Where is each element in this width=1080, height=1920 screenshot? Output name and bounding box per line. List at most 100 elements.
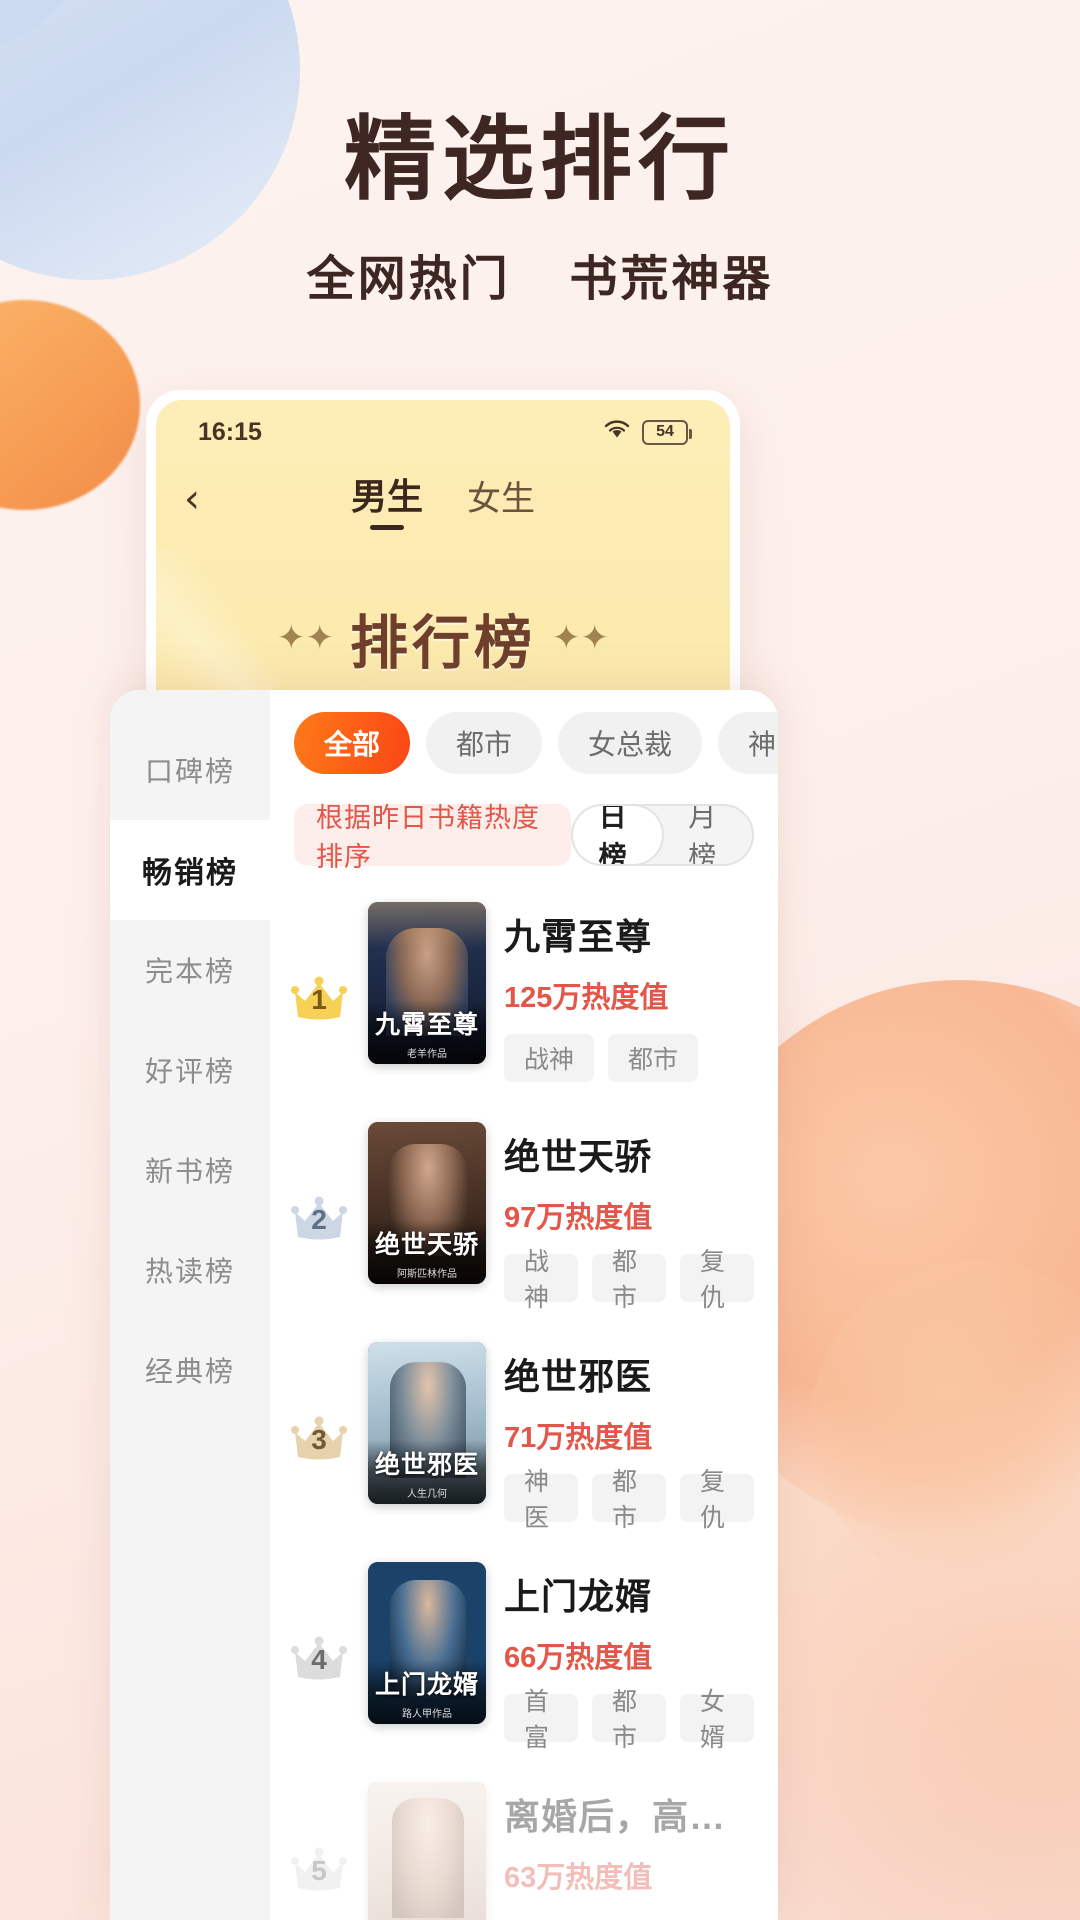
banner-title-row: ✦✦ 排行榜 ✦✦ — [277, 596, 609, 680]
book-meta: 绝世邪医 71万热度值 神医 都市 复仇 — [504, 1342, 754, 1532]
table-row[interactable]: 3 绝世邪医 人生几何 绝世邪医 71万热度值 神医 都市 复仇 — [288, 1320, 754, 1540]
cover-caption: 绝世天骄 阿斯匹林作品 — [368, 1220, 486, 1284]
laurel-icon-right: ✦✦ — [552, 619, 609, 657]
book-heat: 66万热度值 — [504, 1642, 653, 1674]
battery-level: 54 — [656, 423, 674, 440]
hero-section: 精选排行 全网热门 书荒神器 — [0, 112, 1080, 309]
book-cover[interactable]: 绝世邪医 人生几何 — [368, 1342, 486, 1504]
tag[interactable]: 复仇 — [680, 1468, 754, 1532]
rank-badge: 2 — [288, 1182, 350, 1242]
crown-icon: 5 — [291, 1847, 347, 1893]
book-heat: 63万热度值 — [504, 1862, 653, 1894]
book-meta: 绝世天骄 97万热度值 战神 都市 复仇 — [504, 1122, 754, 1312]
status-indicators: 54 — [602, 417, 692, 448]
hero-subtitle: 全网热门 书荒神器 — [0, 239, 1080, 309]
sidebar-item-changxiao[interactable]: 畅销榜 — [110, 820, 270, 920]
crown-icon: 2 — [291, 1196, 347, 1242]
book-heat: 97万热度值 — [504, 1202, 653, 1234]
rank-number: 4 — [311, 1644, 327, 1675]
cover-art — [368, 1782, 486, 1920]
cover-caption: 上门龙婿 路人甲作品 — [368, 1660, 486, 1724]
book-title[interactable]: 上门龙婿 — [504, 1568, 754, 1620]
book-meta: 上门龙婿 66万热度值 首富 都市 女婿 — [504, 1562, 754, 1752]
sidebar-item-jingdian[interactable]: 经典榜 — [110, 1320, 270, 1420]
tag[interactable]: 都市 — [592, 1248, 666, 1312]
cover-title: 上门龙婿 — [374, 1670, 479, 1699]
sort-note: 根据昨日书籍热度排序 — [294, 803, 571, 872]
book-meta: 九霄至尊 125万热度值 战神 都市 — [504, 902, 754, 1082]
tag[interactable]: 首富 — [504, 1688, 578, 1752]
tag[interactable]: 都市 — [608, 1034, 699, 1082]
rank-number: 3 — [311, 1424, 327, 1455]
book-cover[interactable]: 上门龙婿 路人甲作品 — [368, 1562, 486, 1724]
book-cover[interactable] — [368, 1782, 486, 1920]
book-tags: 神医 都市 复仇 — [504, 1468, 754, 1532]
tag[interactable]: 都市 — [592, 1468, 666, 1532]
rank-badge: 4 — [288, 1622, 350, 1682]
book-title[interactable]: 绝世天骄 — [504, 1128, 754, 1180]
sidebar-item-koubei[interactable]: 口碑榜 — [110, 720, 270, 820]
table-row[interactable]: 5 离婚后，高冷女总裁后悔了 63万热度值 — [288, 1760, 754, 1920]
cover-title: 九霄至尊 — [374, 1010, 479, 1039]
cover-caption: 九霄至尊 老羊作品 — [368, 1000, 486, 1064]
book-tags: 战神 都市 复仇 — [504, 1248, 754, 1312]
sidebar-item-wanben[interactable]: 完本榜 — [110, 920, 270, 1020]
decor-blob-blue-inner — [0, 0, 90, 50]
tag[interactable]: 复仇 — [680, 1248, 754, 1312]
tag[interactable]: 战神 — [504, 1248, 578, 1312]
category-filter-row[interactable]: 全部 都市 女总裁 神医 战 — [270, 712, 778, 774]
tag[interactable]: 战神 — [504, 1034, 595, 1082]
tab-male[interactable]: 男生 — [351, 468, 423, 530]
chip-all[interactable]: 全部 — [294, 712, 411, 774]
cover-author: 阿斯匹林作品 — [397, 1268, 457, 1280]
hero-subtitle-left: 全网热门 — [306, 252, 511, 306]
chip-shenyi[interactable]: 神医 — [718, 712, 778, 774]
book-tags: 战神 都市 — [504, 1034, 754, 1082]
segment-daily[interactable]: 日榜 — [572, 806, 663, 864]
hero-subtitle-right: 书荒神器 — [569, 252, 774, 306]
book-list: 1 九霄至尊 老羊作品 九霄至尊 125万热度值 战神 都市 2 绝世天骄 阿斯… — [270, 866, 778, 1920]
book-tags: 首富 都市 女婿 — [504, 1688, 754, 1752]
sort-row: 根据昨日书籍热度排序 日榜 月榜 — [270, 774, 778, 872]
cover-author: 老羊作品 — [407, 1048, 447, 1060]
tag[interactable]: 都市 — [592, 1688, 666, 1752]
rank-badge: 1 — [288, 962, 350, 1022]
wifi-icon — [602, 417, 632, 448]
segment-monthly[interactable]: 月榜 — [662, 806, 752, 864]
rank-badge: 5 — [288, 1833, 350, 1893]
table-row[interactable]: 1 九霄至尊 老羊作品 九霄至尊 125万热度值 战神 都市 — [288, 880, 754, 1100]
tag[interactable]: 神医 — [504, 1468, 578, 1532]
table-row[interactable]: 2 绝世天骄 阿斯匹林作品 绝世天骄 97万热度值 战神 都市 复仇 — [288, 1100, 754, 1320]
cover-author: 人生几何 — [407, 1488, 447, 1500]
crown-icon: 3 — [291, 1416, 347, 1462]
book-title[interactable]: 离婚后，高冷女总裁后悔了 — [504, 1788, 754, 1840]
tab-female[interactable]: 女生 — [467, 471, 535, 530]
book-title[interactable]: 九霄至尊 — [504, 908, 754, 960]
chip-nvzongcai[interactable]: 女总裁 — [558, 712, 703, 774]
book-heat: 125万热度值 — [504, 982, 669, 1014]
book-meta: 离婚后，高冷女总裁后悔了 63万热度值 — [504, 1782, 754, 1896]
banner-title: 排行榜 — [349, 611, 536, 676]
rank-number: 1 — [311, 984, 327, 1015]
period-toggle[interactable]: 日榜 月榜 — [570, 804, 754, 866]
ranking-main: 全部 都市 女总裁 神医 战 根据昨日书籍热度排序 日榜 月榜 — [270, 690, 778, 1920]
cover-title: 绝世邪医 — [374, 1450, 479, 1479]
status-bar: 16:15 54 — [156, 400, 730, 464]
book-title[interactable]: 绝世邪医 — [504, 1348, 754, 1400]
crown-icon: 4 — [291, 1636, 347, 1682]
nav-bar: ‹ 男生 女生 — [156, 464, 730, 534]
cover-title: 绝世天骄 — [374, 1230, 479, 1259]
book-cover[interactable]: 绝世天骄 阿斯匹林作品 — [368, 1122, 486, 1284]
table-row[interactable]: 4 上门龙婿 路人甲作品 上门龙婿 66万热度值 首富 都市 女婿 — [288, 1540, 754, 1760]
sidebar-item-redu[interactable]: 热读榜 — [110, 1220, 270, 1320]
cover-caption: 绝世邪医 人生几何 — [368, 1440, 486, 1504]
book-heat: 71万热度值 — [504, 1422, 653, 1454]
sidebar-item-haoping[interactable]: 好评榜 — [110, 1020, 270, 1120]
book-cover[interactable]: 九霄至尊 老羊作品 — [368, 902, 486, 1064]
cover-author: 路人甲作品 — [402, 1708, 452, 1720]
tag[interactable]: 女婿 — [680, 1688, 754, 1752]
crown-icon: 1 — [291, 976, 347, 1022]
chip-dushi[interactable]: 都市 — [426, 712, 543, 774]
sidebar-item-xinshu[interactable]: 新书榜 — [110, 1120, 270, 1220]
gender-tabs: 男生 女生 — [156, 468, 730, 530]
